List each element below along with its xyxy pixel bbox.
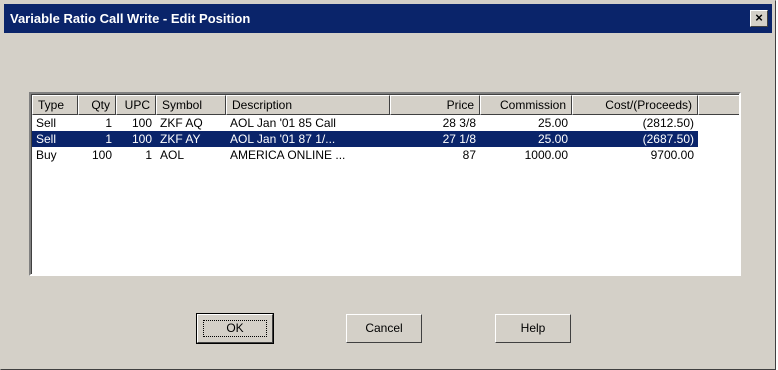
title-bar[interactable]: Variable Ratio Call Write - Edit Positio… — [4, 4, 772, 33]
cell-upc: 100 — [131, 116, 152, 130]
cell-upc: 1 — [145, 148, 152, 162]
focus-rect — [203, 320, 267, 337]
cell-commission: 1000.00 — [524, 148, 568, 162]
cell-description: AOL Jan '01 85 Call — [230, 116, 336, 130]
cell-description: AOL Jan '01 87 1/... — [230, 132, 336, 146]
cell-cost: 9700.00 — [650, 148, 694, 162]
column-header-cost[interactable]: Cost/(Proceeds) — [572, 95, 698, 115]
table-row[interactable]: Sell 1 100 ZKF AQ AOL Jan '01 85 Call 28… — [32, 115, 738, 131]
window-title: Variable Ratio Call Write - Edit Positio… — [10, 11, 251, 26]
column-header-qty[interactable]: Qty — [78, 95, 116, 115]
cell-cost: (2687.50) — [642, 132, 694, 146]
help-button-label: Help — [520, 321, 546, 335]
dialog-window: Variable Ratio Call Write - Edit Positio… — [0, 0, 776, 370]
column-header-commission[interactable]: Commission — [480, 95, 572, 115]
table-row-selected[interactable]: Sell 1 100 ZKF AY AOL Jan '01 87 1/... 2… — [32, 131, 698, 147]
cancel-button[interactable]: Cancel — [346, 314, 422, 343]
cell-commission: 25.00 — [537, 116, 568, 130]
cell-symbol: ZKF AY — [160, 132, 201, 146]
column-header-type[interactable]: Type — [32, 95, 78, 115]
cell-type: Buy — [36, 148, 57, 162]
table-row[interactable]: Buy 100 1 AOL AMERICA ONLINE ... 87 1000… — [32, 147, 738, 163]
ok-button[interactable]: OK — [196, 313, 274, 344]
column-header-symbol[interactable]: Symbol — [156, 95, 226, 115]
cell-cost: (2812.50) — [642, 116, 694, 130]
positions-list[interactable]: Type Qty UPC Symbol Description Price Co… — [29, 92, 741, 276]
close-button[interactable]: × — [750, 10, 768, 27]
cell-upc: 100 — [131, 132, 152, 146]
cancel-button-label: Cancel — [365, 321, 403, 335]
cell-symbol: AOL — [160, 148, 185, 162]
cell-price: 27 1/8 — [442, 132, 476, 146]
cell-qty: 100 — [91, 148, 112, 162]
column-header-price[interactable]: Price — [390, 95, 480, 115]
help-button[interactable]: Help — [495, 314, 571, 343]
close-icon: × — [755, 10, 763, 25]
cell-type: Sell — [36, 116, 57, 130]
cell-description: AMERICA ONLINE ... — [230, 148, 346, 162]
cell-price: 87 — [462, 148, 476, 162]
list-header: Type Qty UPC Symbol Description Price Co… — [32, 95, 739, 115]
column-header-filler — [698, 95, 739, 115]
cell-qty: 1 — [105, 116, 112, 130]
cell-price: 28 3/8 — [442, 116, 476, 130]
cell-type: Sell — [36, 132, 57, 146]
column-header-description[interactable]: Description — [226, 95, 390, 115]
cell-qty: 1 — [105, 132, 112, 146]
cell-commission: 25.00 — [537, 132, 568, 146]
column-header-upc[interactable]: UPC — [116, 95, 156, 115]
cell-symbol: ZKF AQ — [160, 116, 203, 130]
positions-list-inner: Type Qty UPC Symbol Description Price Co… — [31, 94, 739, 274]
